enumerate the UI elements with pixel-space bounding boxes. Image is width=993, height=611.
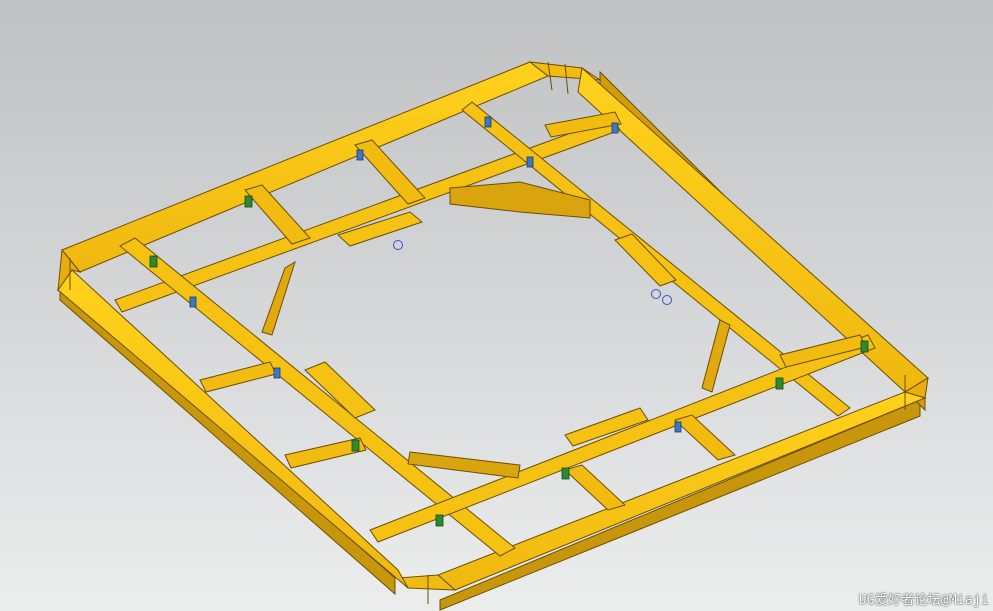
bolt-plate-blue — [356, 149, 364, 161]
inner-beams — [114, 101, 876, 557]
cross-member-5 — [564, 464, 626, 511]
bolt-plate-green — [775, 377, 784, 390]
bolt-plate-blue — [674, 421, 682, 433]
corner-caps — [69, 61, 906, 604]
forum-watermark: UG爱好者论坛@Miaji — [858, 593, 989, 608]
bolt-plate-blue — [611, 122, 619, 134]
bolt-plate-green — [561, 467, 570, 480]
bolt-plate-blue — [273, 367, 281, 379]
snap-point-icon — [393, 240, 403, 250]
bolt-plate-green — [149, 255, 158, 268]
cross-member-1 — [244, 184, 311, 245]
steel-frame-model[interactable] — [0, 0, 993, 611]
brace-right — [701, 319, 731, 393]
cad-graphics-viewport[interactable]: UG爱好者论坛@Miaji — [0, 0, 993, 611]
cross-member-3 — [199, 361, 277, 393]
snap-point-icon — [651, 289, 661, 299]
bolt-plate-blue — [526, 156, 534, 168]
cross-member-2 — [354, 139, 426, 205]
bolt-plate-green — [860, 340, 869, 353]
cross-member-6 — [674, 414, 736, 461]
bolt-plate-green — [351, 439, 360, 452]
bolt-plate-green — [244, 195, 253, 208]
bolt-plate-green — [435, 514, 444, 527]
outer-frame — [57, 61, 929, 591]
brace-left — [261, 260, 296, 336]
bolt-plate-blue — [189, 296, 197, 308]
bolt-plate-blue — [484, 116, 492, 128]
snap-point-icon — [662, 295, 672, 305]
